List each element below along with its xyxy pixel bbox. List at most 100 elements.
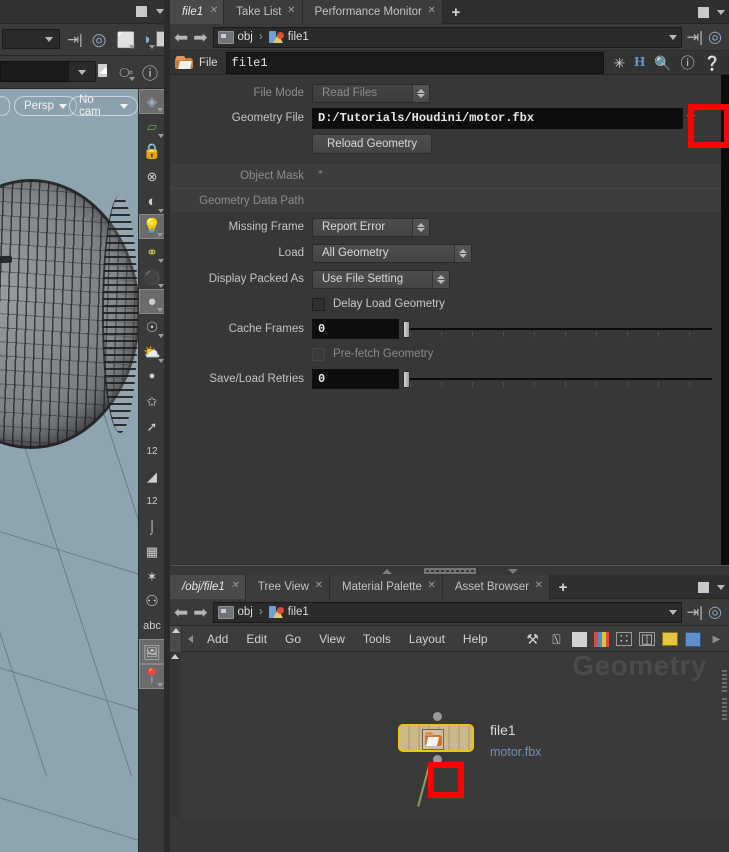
pin-icon[interactable]: ⇥| xyxy=(64,30,86,49)
splitter-grip[interactable] xyxy=(423,568,476,574)
back-arrow-icon[interactable]: ⬅ xyxy=(174,604,188,621)
text-tool-button[interactable]: abc xyxy=(139,614,165,639)
spinner-icon[interactable] xyxy=(432,270,449,288)
point-marker-tool-button[interactable]: ● xyxy=(139,364,165,389)
target-icon[interactable]: ◎ xyxy=(708,27,725,47)
spinner-icon[interactable] xyxy=(412,84,429,102)
path-dropdown-chevron-icon[interactable] xyxy=(668,609,677,615)
list-layout-icon[interactable] xyxy=(572,631,587,647)
background-image-icon[interactable] xyxy=(685,631,701,647)
visualize-paint-tool-button[interactable]: ⛅ xyxy=(139,339,165,364)
menu-layout[interactable]: Layout xyxy=(400,632,454,646)
normals-tool-button[interactable]: ✩ xyxy=(139,389,165,414)
spot-light-tool-button[interactable]: ⚫ xyxy=(139,264,165,289)
grid-snap-icon[interactable]: ∷ xyxy=(616,631,632,646)
tab-tree-view[interactable]: Tree View ✕ xyxy=(245,575,330,599)
horizontal-pane-splitter[interactable] xyxy=(170,565,729,575)
node-input-port[interactable] xyxy=(433,712,442,721)
geometry-file-input[interactable]: D:/Tutorials/Houdini/motor.fbx xyxy=(312,107,683,129)
network-side-grip[interactable] xyxy=(722,668,727,692)
geometry-data-path-input[interactable] xyxy=(312,189,729,212)
close-icon[interactable]: ✕ xyxy=(427,5,435,16)
pin-icon[interactable]: ⇥| xyxy=(687,28,703,46)
view-tool-button[interactable]: ◈ xyxy=(139,89,165,114)
network-path-field[interactable]: obj › file1 xyxy=(212,601,682,623)
viewport-persp-button[interactable]: Persp xyxy=(14,96,78,116)
cache-frames-slider[interactable] xyxy=(402,318,714,340)
object-mask-input[interactable]: * xyxy=(312,165,729,187)
ghost-tool-button[interactable]: ⊗ xyxy=(139,164,165,189)
pane-menu-chevron-icon[interactable] xyxy=(717,584,725,590)
close-icon[interactable]: ✕ xyxy=(315,580,323,591)
menu-tools[interactable]: Tools xyxy=(354,632,400,646)
info-icon[interactable]: ⓘ xyxy=(681,56,695,70)
sticky-note-icon[interactable] xyxy=(662,632,678,646)
lock-tool-button[interactable]: 🔒 xyxy=(139,139,165,164)
node-body[interactable] xyxy=(398,712,474,764)
splitter-down-arrow-icon[interactable] xyxy=(507,569,518,574)
target-icon[interactable]: ◎ xyxy=(88,29,110,50)
spinner-icon[interactable] xyxy=(454,244,471,262)
tab-performance-monitor[interactable]: Performance Monitor ✕ xyxy=(302,0,443,24)
menu-view[interactable]: View xyxy=(310,632,354,646)
close-icon[interactable]: ✕ xyxy=(209,5,217,16)
display-packed-as-menu[interactable]: Use File Setting xyxy=(312,269,450,289)
more-arrow-icon[interactable]: ▶ xyxy=(708,631,725,647)
maximize-pane-button[interactable] xyxy=(136,6,147,17)
close-icon[interactable]: ✕ xyxy=(428,580,436,591)
tab-file1[interactable]: file1 ✕ xyxy=(170,0,225,24)
delay-load-geometry-checkbox[interactable] xyxy=(312,297,325,311)
file-mode-menu[interactable]: Read Files xyxy=(312,83,430,103)
tab-take-list[interactable]: Take List ✕ xyxy=(224,0,303,24)
target-icon[interactable]: ◎ xyxy=(708,602,725,622)
gear-icon[interactable]: ✳ xyxy=(614,56,626,70)
axis-tool-button[interactable]: ⌡ xyxy=(139,514,165,539)
prim-numbers-tool-button[interactable]: ◢ xyxy=(139,464,165,489)
light-bulb-tool-button[interactable]: 💡 xyxy=(139,214,165,239)
bone-tool-button[interactable]: ✶ xyxy=(139,564,165,589)
houdini-h-icon[interactable]: H xyxy=(634,55,645,70)
close-icon[interactable]: ✕ xyxy=(230,580,238,591)
layout-nodes-icon[interactable]: ◫ xyxy=(639,631,655,646)
load-menu[interactable]: All Geometry xyxy=(312,243,472,263)
path-dropdown-chevron-icon[interactable] xyxy=(668,34,677,40)
forward-arrow-icon[interactable]: ➡ xyxy=(193,29,207,46)
viewport-filter-combo[interactable] xyxy=(68,61,96,82)
network-side-grip[interactable] xyxy=(722,696,727,720)
locator-tool-button[interactable]: 📍 xyxy=(139,664,165,689)
splitter-up-arrow-icon[interactable] xyxy=(381,569,392,574)
menu-edit[interactable]: Edit xyxy=(237,632,276,646)
help-icon[interactable]: ⓘ xyxy=(140,61,160,83)
shading-sphere-tool-button[interactable]: ◐ xyxy=(139,189,165,214)
close-icon[interactable]: ✕ xyxy=(535,580,543,591)
environment-tool-button[interactable]: ● xyxy=(139,289,165,314)
tab-material-palette[interactable]: Material Palette ✕ xyxy=(329,575,443,599)
prim-count-tool-button[interactable]: 12 xyxy=(139,489,165,514)
menu-help[interactable]: Help xyxy=(454,632,497,646)
reload-geometry-button[interactable]: Reload Geometry xyxy=(312,133,433,154)
viewport-mode-combo[interactable] xyxy=(2,29,60,49)
network-scroll-up-grip[interactable] xyxy=(170,625,182,652)
scene-viewport[interactable]: Persp No cam xyxy=(0,89,138,852)
cube-display-icon[interactable]: ⬜ xyxy=(116,29,136,50)
spinner-icon[interactable] xyxy=(412,218,429,236)
maximize-pane-button[interactable] xyxy=(698,581,709,593)
select-tool-button[interactable]: ▱ xyxy=(139,114,165,139)
pre-fetch-geometry-checkbox[interactable] xyxy=(312,347,325,361)
add-tab-button[interactable]: + xyxy=(550,575,576,599)
slider-handle[interactable] xyxy=(403,371,410,388)
point-light-tool-button[interactable]: ⚭ xyxy=(139,239,165,264)
pane-menu-chevron-icon[interactable] xyxy=(156,9,164,14)
vector-tool-button[interactable]: ➚ xyxy=(139,414,165,439)
back-arrow-icon[interactable]: ⬅ xyxy=(174,29,188,46)
color-palette-icon[interactable] xyxy=(594,631,609,647)
menubar-collapse-arrow-icon[interactable] xyxy=(182,634,198,643)
checker-tool-button[interactable]: ▦ xyxy=(139,539,165,564)
missing-frame-menu[interactable]: Report Error xyxy=(312,217,430,237)
cache-frames-input[interactable]: 0 xyxy=(312,319,399,339)
forward-arrow-icon[interactable]: ➡ xyxy=(193,604,207,621)
hierarchy-icon[interactable]: ⍂ xyxy=(548,631,565,647)
node-graph-icon[interactable]: ⧂ xyxy=(116,62,136,82)
parameter-scrollbar[interactable] xyxy=(721,75,729,565)
shading-icon[interactable]: ◑ xyxy=(136,29,156,50)
